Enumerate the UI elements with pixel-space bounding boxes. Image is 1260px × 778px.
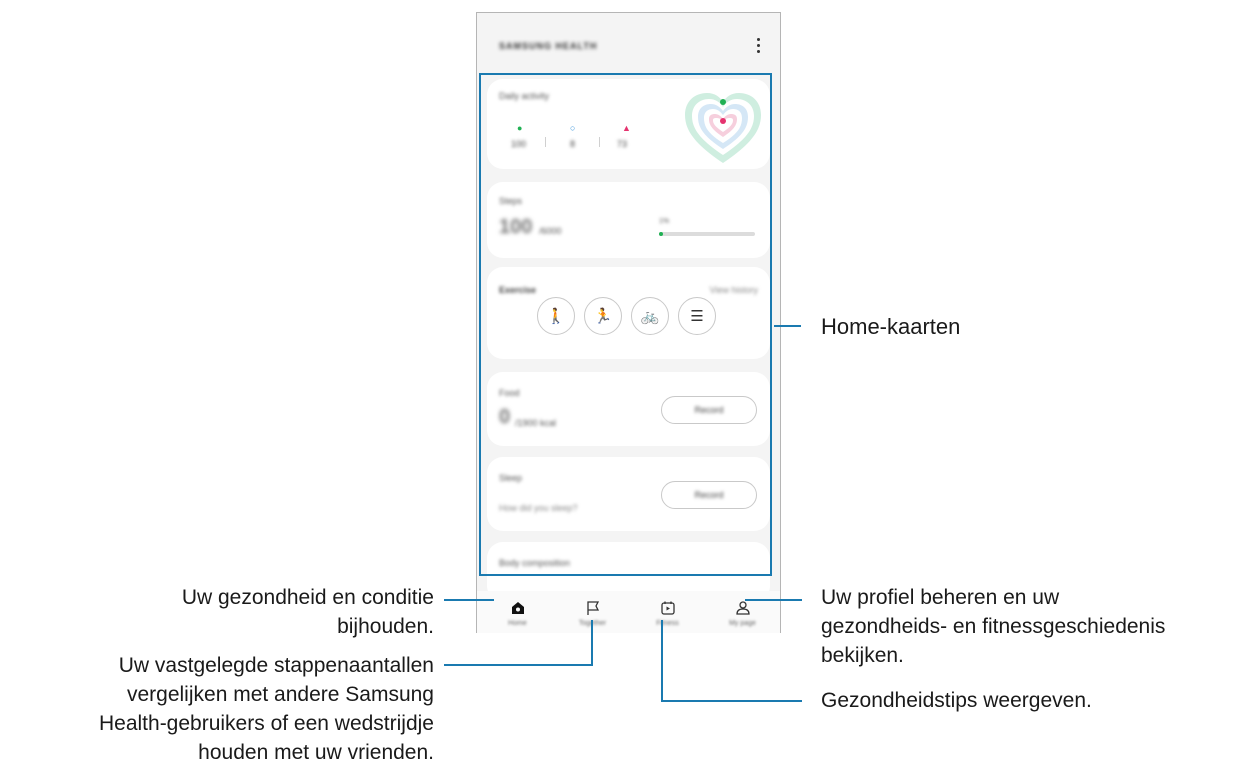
steps-card-goal: /6000 (539, 226, 562, 236)
nav-my-page-label: My page (729, 620, 756, 627)
nav-my-page[interactable]: My page (705, 591, 780, 633)
profile-callout-line: Uw profiel beheren en uw (821, 586, 1060, 609)
walking-icon: 🚶 (546, 308, 566, 325)
more-dot-icon (756, 38, 760, 41)
food-card[interactable]: Food 0 /1900 kcal Record (487, 372, 770, 446)
together-leader-line-horizontal (444, 664, 593, 666)
activity-heart-icon (685, 93, 761, 163)
food-record-label: Record (694, 405, 724, 415)
steps-progress-label: 1% (659, 218, 670, 225)
home-leader-line (444, 599, 494, 601)
food-card-goal: /1900 kcal (515, 418, 557, 428)
bottom-navigation: Home Together Fitness My page (477, 591, 780, 633)
steps-progress-bar (659, 232, 755, 236)
sleep-card[interactable]: Sleep How did you sleep? Record (487, 457, 770, 531)
home-cards-callout: Home-kaarten (821, 314, 961, 339)
steps-card-value: 100 (499, 216, 533, 238)
home-cards-leader-line (774, 325, 801, 327)
more-exercises-button[interactable]: ☰ (678, 297, 716, 335)
fitness-leader-line-vertical (661, 620, 663, 702)
app-title: SAMSUNG HEALTH (499, 41, 598, 51)
walking-button[interactable]: 🚶 (537, 297, 575, 335)
home-callout-line: Uw gezondheid en conditie (181, 586, 434, 609)
nav-home[interactable]: Home (480, 591, 555, 633)
calories-icon: ▲ (622, 123, 631, 133)
more-dot-icon (756, 50, 760, 53)
sleep-card-title: Sleep (499, 473, 523, 483)
flag-icon (587, 601, 600, 615)
together-callout: Uw vastgelegde stappenaantallen vergelij… (99, 651, 434, 767)
steps-icon: ● (517, 123, 523, 133)
person-icon (736, 601, 750, 615)
divider (545, 137, 546, 147)
together-callout-line: vergelijken met andere Samsung (126, 683, 434, 706)
cycling-icon: 🚲 (640, 308, 660, 325)
exercise-card-title: Exercise (499, 285, 537, 295)
more-dot-icon (756, 44, 760, 47)
food-record-button[interactable]: Record (661, 396, 757, 424)
home-callout: Uw gezondheid en conditie bijhouden. (182, 583, 434, 641)
sleep-record-label: Record (694, 490, 724, 500)
cycling-button[interactable]: 🚲 (631, 297, 669, 335)
together-callout-line: houden met uw vrienden. (198, 741, 434, 764)
food-card-value: 0 (499, 406, 511, 428)
body-composition-title: Body composition (499, 558, 571, 568)
play-calendar-icon (661, 601, 675, 615)
nav-fitness-label: Fitness (656, 620, 679, 627)
together-leader-line-vertical (591, 620, 593, 666)
running-icon: 🏃 (593, 308, 613, 325)
nav-fitness[interactable]: Fitness (630, 591, 705, 633)
sleep-card-subtitle: How did you sleep? (499, 503, 578, 513)
divider (599, 137, 600, 147)
minutes-value: 8 (570, 139, 576, 149)
steps-card-title: Steps (499, 196, 523, 206)
food-card-title: Food (499, 388, 520, 398)
phone-screen: SAMSUNG HEALTH Daily activity ● 100 ○ 8 … (476, 12, 781, 633)
fitness-callout: Gezondheidstips weergeven. (821, 689, 1092, 712)
calories-value: 73 (617, 139, 628, 149)
app-bar: SAMSUNG HEALTH (477, 13, 780, 77)
home-icon (512, 602, 524, 614)
home-callout-line: bijhouden. (337, 615, 434, 638)
together-callout-line: Health-gebruikers of een wedstrijdje (98, 712, 434, 735)
exercise-card[interactable]: Exercise View history 🚶 🏃 🚲 ☰ (487, 267, 770, 359)
steps-value: 100 (511, 139, 527, 149)
running-button[interactable]: 🏃 (584, 297, 622, 335)
daily-activity-card[interactable]: Daily activity ● 100 ○ 8 ▲ 73 (487, 79, 770, 169)
profile-callout: Uw profiel beheren en uw gezondheids- en… (821, 583, 1165, 670)
daily-activity-title: Daily activity (499, 91, 550, 101)
steps-progress-fill (659, 232, 663, 236)
minutes-icon: ○ (570, 123, 576, 133)
profile-leader-line (745, 599, 802, 601)
nav-home-label: Home (508, 620, 527, 627)
steps-card[interactable]: Steps 100 /6000 1% (487, 182, 770, 258)
profile-callout-line: bekijken. (821, 644, 904, 667)
view-history-link[interactable]: View history (710, 285, 758, 295)
profile-callout-line: gezondheids- en fitnessgeschiedenis (821, 615, 1166, 638)
more-options-button[interactable] (750, 35, 766, 59)
fitness-leader-line-horizontal (661, 700, 802, 702)
sleep-record-button[interactable]: Record (661, 481, 757, 509)
together-callout-line: Uw vastgelegde stappenaantallen (118, 654, 434, 677)
list-icon: ☰ (690, 308, 704, 325)
